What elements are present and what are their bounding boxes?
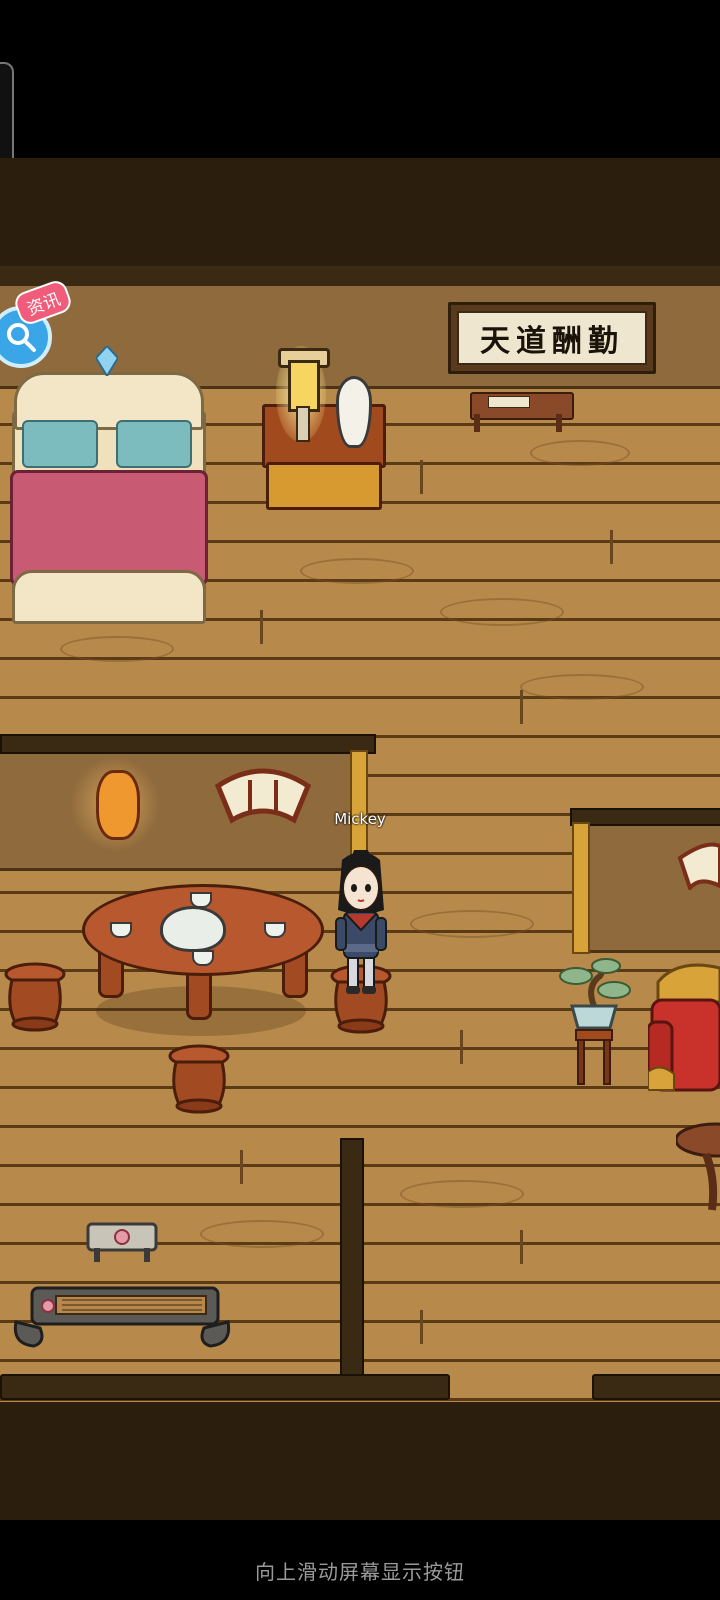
bottom-band [0,1402,720,1520]
round-side-table[interactable] [676,1120,720,1216]
desk-leg [474,414,480,432]
status-area [0,0,720,158]
plank-seam [240,1150,243,1184]
plank-seam [520,1230,523,1264]
bottom-wall-beam [0,1374,450,1400]
plank-seam [460,1030,463,1064]
bed-pillow [116,420,192,468]
hanging-lantern[interactable] [96,770,140,840]
wood-knot [60,636,174,662]
plank-seam [260,610,263,644]
sitting-room-beam [570,808,720,826]
tea-cup [264,922,286,938]
bonsai-plant[interactable] [556,956,632,1088]
plank-seam [520,690,523,724]
sitting-room-post [572,822,590,954]
lantern-stand [296,406,310,442]
fan-window [677,842,720,890]
stone-lantern[interactable] [288,360,320,412]
tea-room-beam [0,734,376,754]
wood-knot [400,1180,524,1208]
desk-leg [556,414,562,432]
wood-knot [410,910,534,938]
scroll-on-desk [488,396,530,408]
bed-blanket [10,470,208,586]
plank-seam [420,460,423,494]
ceiling-band [0,158,720,270]
stool[interactable] [168,1044,230,1114]
tea-cup [192,950,214,966]
wood-knot [300,558,414,584]
crystal-icon [96,346,118,376]
player-character[interactable] [328,850,394,1000]
fan-window [214,768,312,824]
stool[interactable] [4,962,66,1032]
plaque-text: 天道酬勤 [457,311,647,365]
plank-seam [420,1310,423,1344]
wood-knot [200,1220,324,1248]
porcelain-vase[interactable] [336,376,372,448]
tea-cup [190,892,212,908]
player-name-label: Mickey [334,810,386,828]
cabinet-base [266,462,382,510]
room-divider-post [340,1138,364,1380]
bed-pillow [22,420,98,468]
bed-footboard [12,570,206,624]
plank-seam [610,530,613,564]
magnifier-icon [7,323,36,352]
cushion-stool[interactable] [86,1220,158,1264]
calligraphy-plaque[interactable]: 天道酬勤 [448,302,656,374]
wood-knot [440,598,564,626]
bottom-wall-beam [592,1374,720,1400]
guqin-instrument[interactable] [12,1282,232,1354]
tea-cup [110,922,132,938]
wood-knot [520,674,644,700]
red-armchair[interactable] [648,962,720,1100]
wood-knot [530,440,630,466]
gesture-hint: 向上滑动屏幕显示按钮 [255,1560,465,1584]
teapot[interactable] [160,906,226,952]
